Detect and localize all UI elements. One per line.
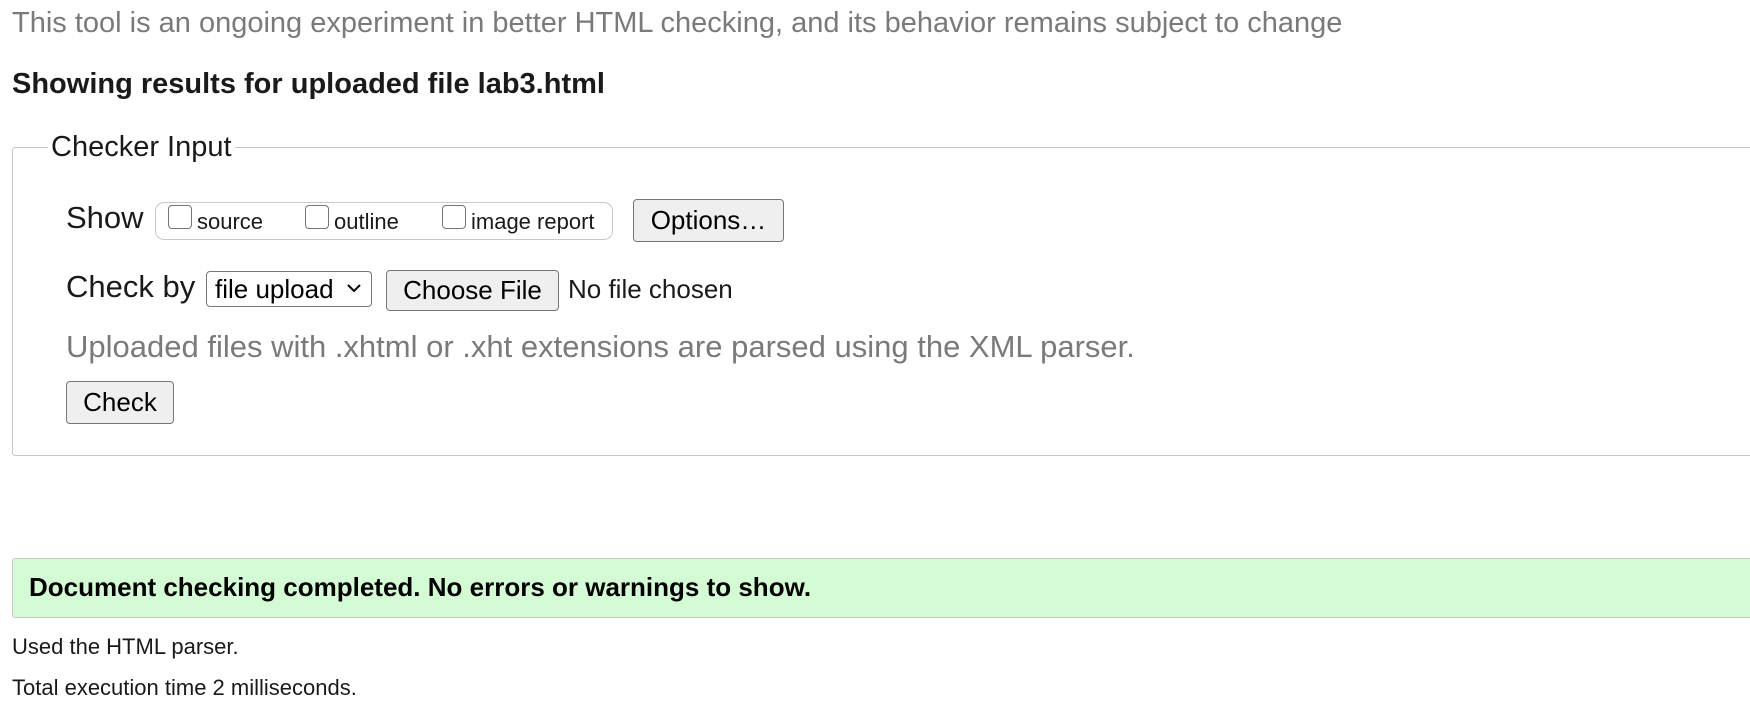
xml-parser-note: Uploaded files with .xhtml or .xht exten… — [66, 329, 1135, 364]
check-by-selected-value[interactable]: file upload — [215, 273, 334, 305]
source-checkbox-label[interactable]: source — [197, 209, 263, 235]
options-button[interactable]: Options… — [633, 199, 784, 242]
check-by-select[interactable]: file upload — [206, 271, 372, 307]
check-button[interactable]: Check — [66, 381, 174, 424]
parser-used-text: Used the HTML parser. — [12, 634, 239, 659]
checker-input-legend: Checker Input — [48, 128, 235, 166]
show-image-report-option[interactable]: image report — [442, 203, 595, 241]
chevron-down-icon[interactable] — [346, 282, 362, 294]
outline-checkbox-label[interactable]: outline — [334, 209, 399, 235]
check-by-label: Check by — [66, 269, 196, 304]
execution-time-text: Total execution time 2 milliseconds. — [12, 675, 357, 700]
results-heading: Showing results for uploaded file lab3.h… — [12, 68, 605, 100]
show-source-option[interactable]: source — [168, 203, 263, 241]
file-status: No file chosen — [568, 274, 733, 304]
choose-file-button[interactable]: Choose File — [386, 270, 559, 311]
show-outline-option[interactable]: outline — [305, 203, 399, 241]
image-report-checkbox-label[interactable]: image report — [471, 209, 595, 235]
validator-page: This tool is an ongoing experiment in be… — [0, 0, 1750, 706]
show-label: Show — [66, 200, 144, 235]
image-report-checkbox[interactable] — [442, 205, 466, 229]
source-checkbox[interactable] — [168, 205, 192, 229]
show-options-group: source outline image report — [155, 202, 613, 240]
experiment-note: This tool is an ongoing experiment in be… — [12, 7, 1343, 39]
success-message: Document checking completed. No errors o… — [29, 572, 812, 602]
outline-checkbox[interactable] — [305, 205, 329, 229]
